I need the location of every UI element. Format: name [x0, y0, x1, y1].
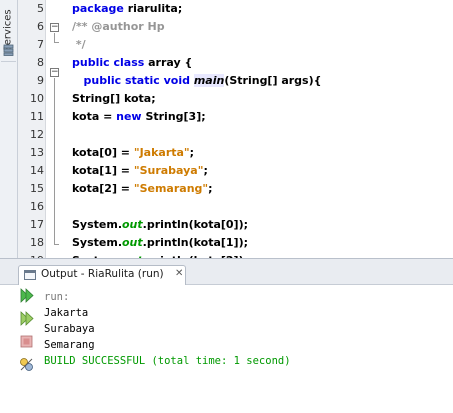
rerun-icon[interactable] — [18, 287, 35, 304]
string-token: "Jakarta" — [133, 146, 190, 159]
fold-guide-end — [54, 42, 59, 43]
stop-icon[interactable] — [18, 333, 35, 350]
code-text: kota = new String[3]; — [72, 108, 206, 126]
fold-toggle-comment[interactable]: − — [50, 23, 59, 32]
field-token: out — [122, 218, 143, 231]
output-toolbar — [0, 286, 38, 413]
line-number: 17 — [30, 218, 44, 231]
string-token: "Semarang" — [133, 182, 209, 195]
output-tab[interactable]: Output - RiaRulita (run) ✕ — [18, 265, 186, 285]
code-token: System. — [72, 218, 122, 231]
keyword-token: new — [116, 110, 142, 123]
code-line[interactable]: 8 public class array { — [18, 54, 453, 72]
keyword-token: class — [113, 56, 145, 69]
code-text: */ — [72, 36, 86, 54]
output-tab-title: Output - RiaRulita (run) — [41, 268, 164, 280]
services-icon[interactable] — [3, 44, 14, 56]
line-number: 6 — [37, 20, 44, 33]
output-line: Surabaya — [44, 323, 95, 335]
code-text: public class array { — [72, 54, 192, 72]
code-token: array { — [144, 56, 193, 69]
settings-icon[interactable] — [18, 356, 35, 373]
code-token: ; — [203, 164, 208, 177]
code-line[interactable]: 18 System.out.println(kota[1]); — [18, 234, 453, 252]
code-token: System. — [72, 236, 122, 249]
code-text: System.out.println(kota[0]); — [72, 216, 248, 234]
field-token: out — [122, 236, 143, 249]
code-line[interactable]: 17 System.out.println(kota[0]); — [18, 216, 453, 234]
line-number: 9 — [37, 74, 44, 87]
code-line[interactable]: 9 public static void main(String[] args)… — [18, 72, 453, 90]
comment-token: */ — [72, 38, 86, 51]
line-number: 8 — [37, 56, 44, 69]
output-line: Semarang — [44, 339, 95, 351]
output-panel: Output - RiaRulita (run) ✕ run: Jakarta Su… — [0, 258, 453, 413]
code-line[interactable]: 6 /** @author Hp — [18, 18, 453, 36]
comment-token: /** @author Hp — [72, 20, 165, 33]
code-token: String[] kota; — [72, 92, 156, 105]
code-text: String[] kota; — [72, 90, 156, 108]
output-text: run: Jakarta Surabaya Semarang BUILD SUCCESS… — [44, 289, 449, 369]
keyword-token: public — [72, 56, 110, 69]
code-line[interactable]: 13 kota[0] = "Jakarta"; — [18, 144, 453, 162]
code-line[interactable]: 15 kota[2] = "Semarang"; — [18, 180, 453, 198]
close-icon[interactable]: ✕ — [175, 268, 183, 279]
code-line[interactable]: 7 */ — [18, 36, 453, 54]
code-token: kota[1] = — [72, 164, 134, 177]
line-number: 15 — [30, 182, 44, 195]
line-number: 5 — [37, 2, 44, 15]
code-token: riarulita; — [123, 2, 183, 15]
code-token: kota = — [72, 110, 117, 123]
code-token: .println(kota[1]); — [142, 236, 249, 249]
code-line[interactable]: 12 — [18, 126, 453, 144]
keyword-token: public — [83, 74, 122, 87]
code-text: kota[0] = "Jakarta"; — [72, 144, 194, 162]
string-token: "Surabaya" — [133, 164, 204, 177]
code-line[interactable]: 16 — [18, 198, 453, 216]
run-label-line: run: — [44, 291, 70, 303]
code-token: ; — [189, 146, 195, 159]
line-number: 7 — [37, 38, 44, 51]
line-number: 16 — [30, 200, 44, 213]
fold-guide — [54, 33, 55, 42]
fold-toggle-method[interactable]: − — [50, 68, 59, 77]
line-number: 10 — [30, 92, 44, 105]
code-text: System.out.println(kota[1]); — [72, 234, 248, 252]
code-line[interactable]: 5 package riarulita; — [18, 0, 453, 18]
code-token: (String[] args){ — [224, 74, 322, 87]
line-number: 14 — [30, 164, 44, 177]
code-text: /** @author Hp — [72, 18, 165, 36]
rerun-with-params-icon[interactable] — [18, 310, 35, 327]
output-window-icon — [24, 270, 36, 280]
keyword-token: package — [72, 2, 124, 15]
code-text: kota[2] = "Semarang"; — [72, 180, 213, 198]
code-line[interactable]: 10 String[] kota; — [18, 90, 453, 108]
code-text: kota[1] = "Surabaya"; — [72, 162, 208, 180]
output-header: Output - RiaRulita (run) ✕ — [0, 259, 453, 285]
line-number: 12 — [30, 128, 44, 141]
fold-guide-end — [54, 244, 59, 245]
line-number: 13 — [30, 146, 44, 159]
code-line[interactable]: 11 kota = new String[3]; — [18, 108, 453, 126]
output-line: Jakarta — [44, 307, 89, 319]
keyword-token: static — [124, 74, 160, 87]
code-token: ; — [208, 182, 213, 195]
line-number: 11 — [30, 110, 44, 123]
code-text: package riarulita; — [72, 0, 182, 18]
keyword-token: void — [163, 74, 190, 87]
line-number: 18 — [30, 236, 44, 249]
method-token: main — [193, 74, 225, 87]
code-token: kota[0] = — [72, 146, 134, 159]
code-editor[interactable]: 5 package riarulita; 6 /** @author Hp 7 */ 8 p… — [18, 0, 453, 285]
code-token: kota[2] = — [72, 182, 134, 195]
code-line[interactable]: 14 kota[1] = "Surabaya"; — [18, 162, 453, 180]
code-token: .println(kota[0]); — [142, 218, 249, 231]
code-text: public static void main(String[] args){ — [72, 72, 321, 90]
build-status-line: BUILD SUCCESSFUL (total time: 1 second) — [44, 355, 291, 367]
code-token: String[3]; — [141, 110, 206, 123]
fold-guide — [54, 78, 55, 244]
